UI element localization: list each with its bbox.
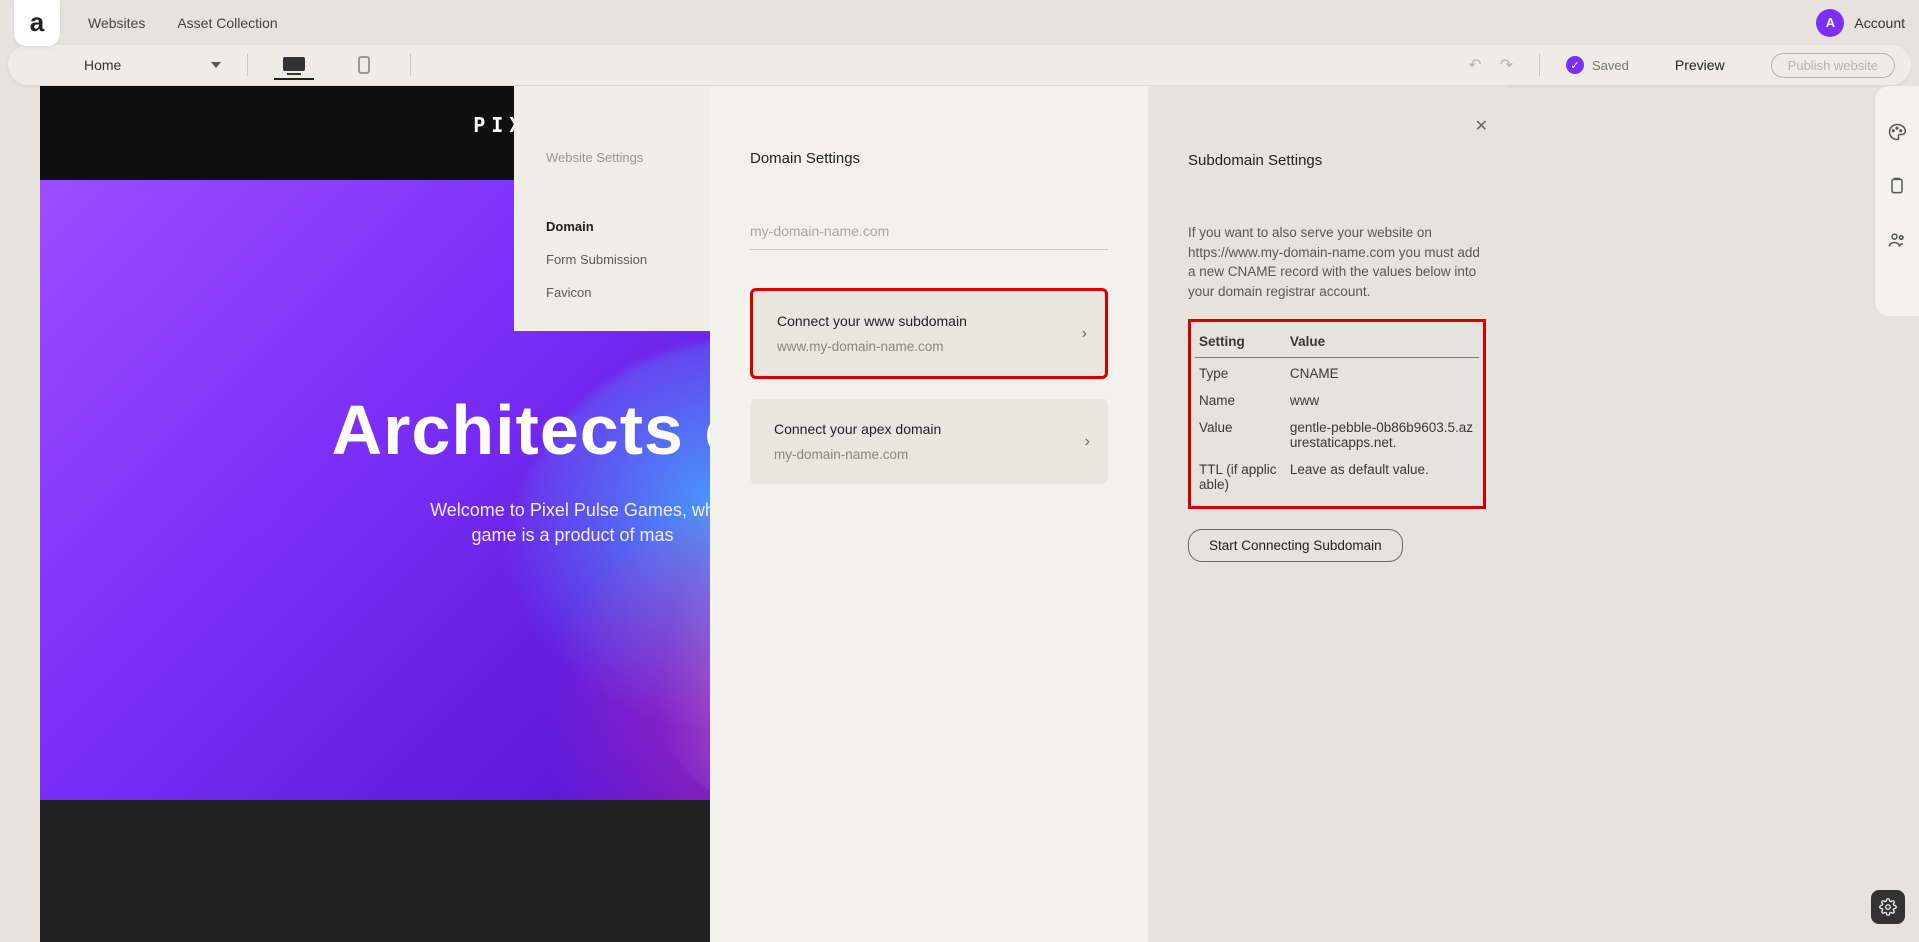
settings-item-favicon[interactable]: Favicon	[546, 285, 678, 300]
undo-icon[interactable]: ↶	[1468, 55, 1481, 75]
nav-websites[interactable]: Websites	[88, 15, 145, 31]
table-row: Name www	[1195, 385, 1479, 412]
redo-icon[interactable]: ↷	[1500, 55, 1513, 75]
workspace: PIXEL PULSE GAMES Architects of I Welcom…	[0, 86, 1919, 942]
dns-table: Setting Value Type CNAME Name www Value	[1195, 328, 1479, 496]
users-icon[interactable]	[1887, 230, 1907, 250]
right-rail	[1875, 86, 1919, 316]
connect-apex-card[interactable]: Connect your apex domain my-domain-name.…	[750, 399, 1108, 484]
saved-label: Saved	[1592, 58, 1629, 73]
top-nav: Websites Asset Collection	[88, 15, 278, 31]
connect-apex-sub: my-domain-name.com	[774, 447, 1084, 462]
dns-head-value: Value	[1286, 328, 1479, 358]
domain-input[interactable]	[750, 217, 1108, 250]
account-label: Account	[1854, 15, 1905, 31]
divider	[1539, 54, 1540, 76]
mobile-icon	[358, 56, 370, 74]
dns-value: CNAME	[1286, 358, 1479, 386]
account-menu[interactable]: A Account	[1816, 9, 1905, 37]
dns-setting: TTL (if applicable)	[1195, 454, 1286, 496]
check-icon: ✓	[1566, 56, 1584, 74]
website-settings-title: Website Settings	[546, 150, 678, 165]
device-mobile-button[interactable]	[344, 50, 384, 80]
connect-www-sub: www.my-domain-name.com	[777, 339, 1081, 354]
connect-www-card[interactable]: Connect your www subdomain www.my-domain…	[750, 288, 1108, 379]
chevron-down-icon	[211, 62, 221, 68]
device-desktop-button[interactable]	[274, 50, 314, 80]
domain-settings-panel: Domain Settings Connect your www subdoma…	[710, 86, 1148, 942]
settings-item-form-submission[interactable]: Form Submission	[546, 252, 678, 267]
domain-settings-title: Domain Settings	[750, 150, 1108, 167]
table-row: Type CNAME	[1195, 358, 1479, 386]
gear-icon[interactable]	[1871, 890, 1905, 924]
divider	[247, 54, 248, 76]
settings-item-domain[interactable]: Domain	[546, 219, 678, 234]
desktop-icon	[283, 57, 305, 71]
publish-button[interactable]: Publish website	[1771, 53, 1895, 78]
dns-value: gentle-pebble-0b86b9603.5.azurestaticapp…	[1286, 412, 1479, 454]
connect-apex-title: Connect your apex domain	[774, 421, 1084, 437]
website-settings-panel: Website Settings Domain Form Submission …	[514, 86, 710, 331]
close-icon[interactable]: ✕	[1475, 116, 1488, 136]
start-connecting-subdomain-button[interactable]: Start Connecting Subdomain	[1188, 529, 1403, 562]
table-row: TTL (if applicable) Leave as default val…	[1195, 454, 1479, 496]
subdomain-settings-title: Subdomain Settings	[1188, 152, 1486, 169]
subdomain-settings-panel: ✕ Subdomain Settings If you want to also…	[1148, 86, 1508, 942]
chevron-right-icon: ›	[1085, 433, 1090, 451]
divider	[410, 54, 411, 76]
device-toggle	[274, 50, 384, 80]
table-row: Value gentle-pebble-0b86b9603.5.azuresta…	[1195, 412, 1479, 454]
nav-asset-collection[interactable]: Asset Collection	[177, 15, 277, 31]
preview-button[interactable]: Preview	[1675, 57, 1725, 73]
avatar: A	[1816, 9, 1844, 37]
dns-setting: Type	[1195, 358, 1286, 386]
palette-icon[interactable]	[1887, 122, 1907, 142]
chevron-right-icon: ›	[1082, 325, 1087, 343]
dns-table-highlight: Setting Value Type CNAME Name www Value	[1188, 319, 1486, 509]
clipboard-icon[interactable]	[1887, 176, 1907, 196]
dns-setting: Value	[1195, 412, 1286, 454]
undo-redo: ↶ ↷	[1468, 55, 1513, 75]
app-logo-letter: a	[30, 7, 44, 38]
topbar: a Websites Asset Collection A Account	[0, 0, 1919, 45]
page-selector[interactable]: Home	[24, 57, 221, 73]
dns-setting: Name	[1195, 385, 1286, 412]
connect-www-title: Connect your www subdomain	[777, 313, 1081, 329]
subdomain-settings-description: If you want to also serve your website o…	[1188, 223, 1486, 301]
dns-head-setting: Setting	[1195, 328, 1286, 358]
editor-toolbar: Home ↶ ↷ ✓ Saved Preview Publish website	[8, 45, 1911, 85]
page-selector-label: Home	[84, 57, 121, 73]
dns-value: www	[1286, 385, 1479, 412]
save-status: ✓ Saved	[1566, 56, 1629, 74]
dns-value: Leave as default value.	[1286, 454, 1479, 496]
app-logo[interactable]: a	[14, 0, 60, 46]
